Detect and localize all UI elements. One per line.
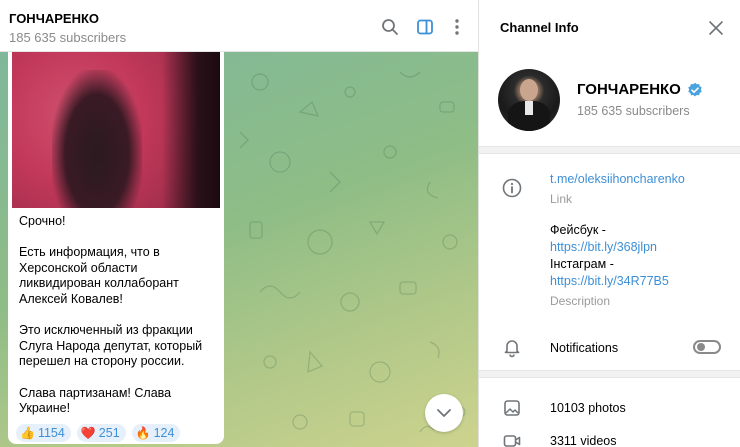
chat-header: ГОНЧАРЕНКО 185 635 subscribers bbox=[0, 0, 478, 52]
notifications-toggle[interactable] bbox=[693, 340, 721, 354]
section-divider bbox=[479, 146, 740, 154]
reaction-count: 251 bbox=[98, 426, 120, 440]
chat-title[interactable]: ГОНЧАРЕНКО bbox=[9, 11, 99, 26]
search-icon[interactable] bbox=[380, 17, 400, 37]
description-instagram-label: Інстаграм - bbox=[550, 257, 614, 271]
post-video-thumbnail[interactable] bbox=[12, 52, 220, 208]
channel-description: Фейсбук - https://bit.ly/368jlpn Інстагр… bbox=[550, 222, 730, 290]
photo-icon[interactable] bbox=[501, 397, 523, 419]
toggle-knob bbox=[697, 343, 705, 351]
close-icon[interactable] bbox=[708, 20, 724, 36]
fire-icon: 🔥 bbox=[135, 426, 151, 440]
chevron-down-icon bbox=[437, 409, 451, 417]
thumbs-up-icon: 👍 bbox=[20, 426, 35, 440]
panel-title: Channel Info bbox=[500, 20, 579, 35]
more-vertical-icon[interactable] bbox=[447, 17, 467, 37]
scroll-to-bottom-button[interactable] bbox=[425, 394, 463, 432]
chat-area[interactable]: Срочно! Есть информация, что в Херсонско… bbox=[0, 52, 478, 447]
channel-link[interactable]: t.me/oleksiihoncharenko bbox=[550, 172, 685, 186]
description-facebook-link[interactable]: https://bit.ly/368jlpn bbox=[550, 239, 730, 256]
info-icon bbox=[501, 177, 523, 199]
reactions-bar: 👍 1154 ❤️ 251 🔥 124 bbox=[16, 424, 181, 442]
verified-badge-icon bbox=[687, 82, 703, 98]
channel-post[interactable]: Срочно! Есть информация, что в Херсонско… bbox=[8, 52, 224, 444]
description-caption: Description bbox=[550, 294, 611, 308]
panel-header: Channel Info bbox=[479, 0, 740, 56]
reaction-count: 124 bbox=[153, 426, 175, 440]
channel-name-row: ГОНЧАРЕНКО bbox=[577, 81, 703, 98]
videos-count[interactable]: 3311 videos bbox=[550, 434, 617, 447]
description-instagram-link[interactable]: https://bit.ly/34R77B5 bbox=[550, 273, 730, 290]
video-icon[interactable] bbox=[501, 430, 523, 447]
reaction-heart[interactable]: ❤️ 251 bbox=[76, 424, 126, 442]
heart-icon: ❤️ bbox=[80, 426, 96, 440]
reaction-fire[interactable]: 🔥 124 bbox=[131, 424, 181, 442]
sidebar-toggle-icon[interactable] bbox=[415, 17, 435, 37]
reaction-count: 1154 bbox=[37, 426, 65, 440]
avatar[interactable] bbox=[498, 69, 560, 131]
avatar-shirt bbox=[525, 101, 533, 115]
avatar-face bbox=[520, 79, 538, 101]
channel-info-panel: Channel Info ГОНЧАРЕНКО 185 635 subscrib… bbox=[478, 0, 740, 447]
post-text: Срочно! Есть информация, что в Херсонско… bbox=[19, 214, 203, 416]
channel-subscriber-count: 185 635 subscribers bbox=[577, 104, 690, 118]
section-divider bbox=[479, 370, 740, 378]
chat-subscriber-count: 185 635 subscribers bbox=[9, 30, 127, 45]
notifications-label: Notifications bbox=[550, 341, 619, 355]
video-shadow bbox=[162, 52, 220, 208]
photos-count[interactable]: 10103 photos bbox=[550, 401, 626, 415]
video-figure bbox=[52, 70, 142, 208]
channel-name: ГОНЧАРЕНКО bbox=[577, 81, 681, 98]
reaction-thumbs-up[interactable]: 👍 1154 bbox=[16, 424, 71, 442]
description-facebook-label: Фейсбук - bbox=[550, 223, 606, 237]
link-caption: Link bbox=[550, 192, 573, 206]
bell-icon bbox=[501, 336, 523, 358]
